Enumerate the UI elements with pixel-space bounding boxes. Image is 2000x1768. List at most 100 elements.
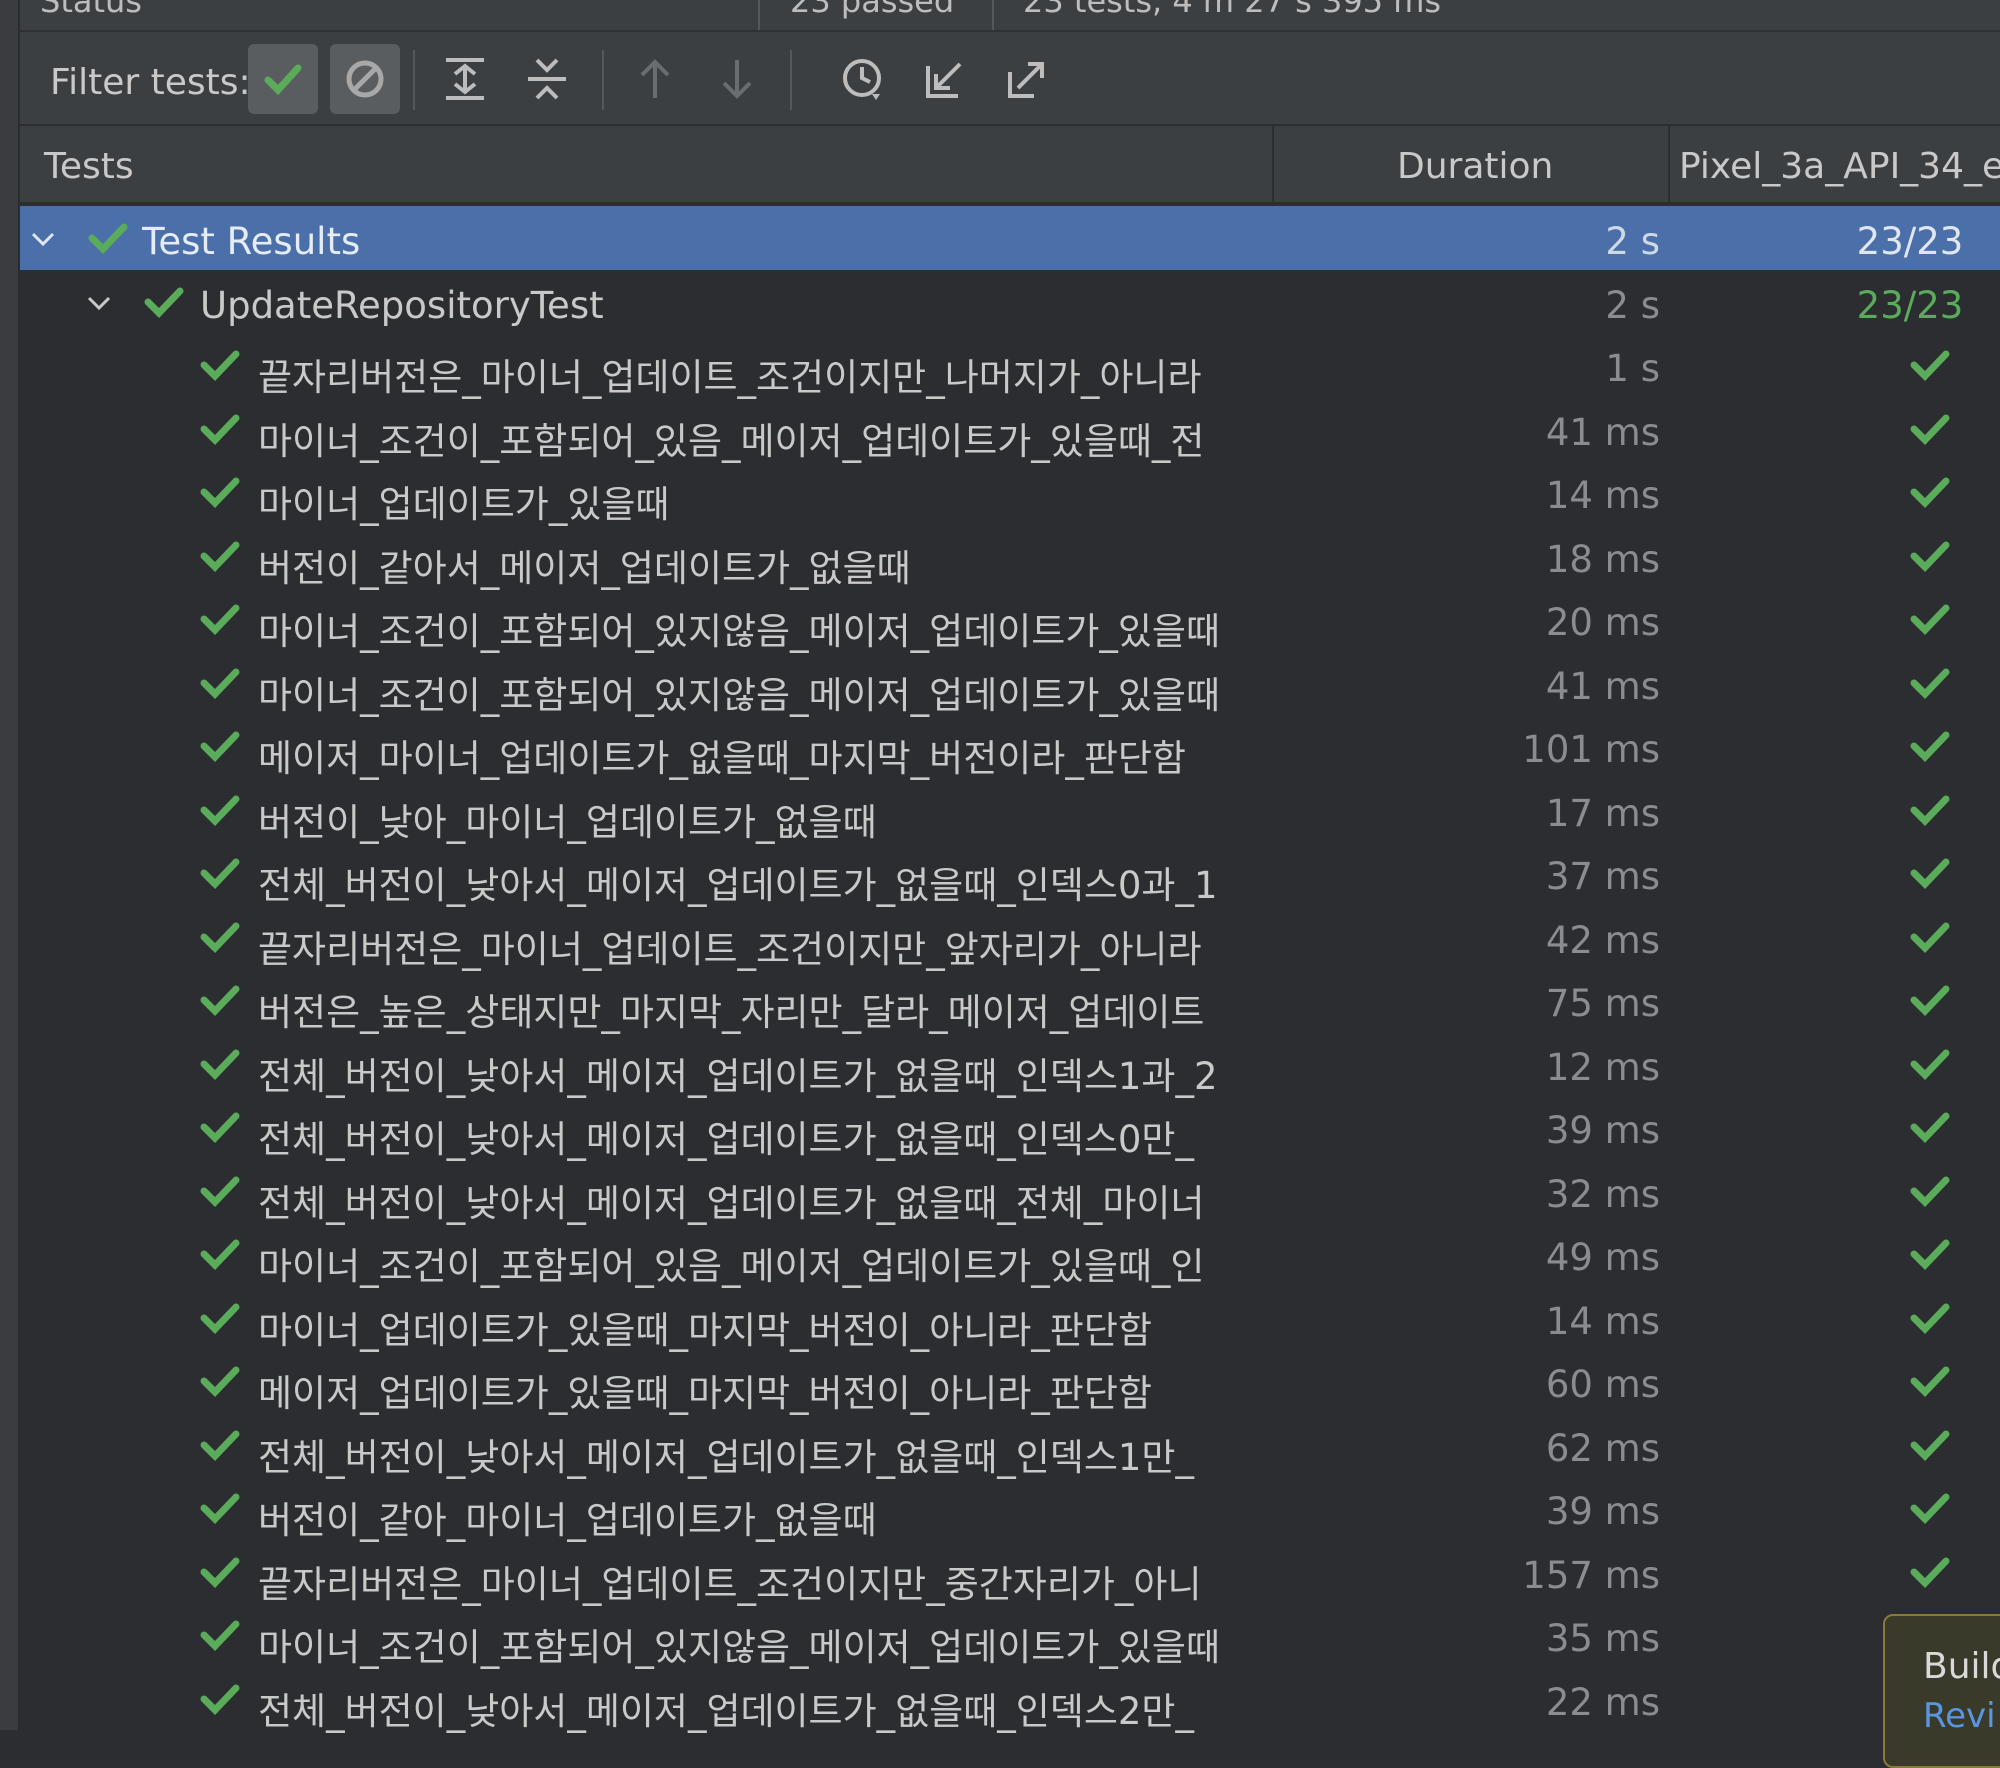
status-divider	[992, 0, 994, 30]
passed-count: 23 passed	[790, 0, 955, 20]
toolbar-separator	[790, 50, 792, 110]
show-ignored-button[interactable]	[330, 44, 400, 114]
tree-row-suite[interactable]: UpdateRepositoryTest 2 s 23/23	[20, 270, 2000, 334]
test-duration: 101 ms	[1522, 728, 1660, 771]
test-row[interactable]: 마이너_업데이트가_있을때_마지막_버전이_아니라_판단함 14 ms	[20, 1286, 2000, 1352]
test-row[interactable]: 전체_버전이_낮아서_메이저_업데이트가_없을때_인덱스0만_ 39 ms	[20, 1095, 2000, 1161]
device-passed-check-icon	[1910, 541, 1950, 572]
test-duration: 22 ms	[1545, 1680, 1660, 1724]
import-tests-button[interactable]	[910, 44, 980, 114]
export-results-icon	[1008, 62, 1044, 98]
tree-row-root[interactable]: Test Results 2 s 23/23	[20, 206, 2000, 270]
passed-check-icon	[144, 287, 184, 318]
test-duration: 75 ms	[1545, 982, 1660, 1025]
next-failed-icon	[722, 60, 752, 99]
toolbar-separator	[602, 50, 604, 110]
status-divider	[758, 0, 760, 30]
passed-check-icon	[200, 1366, 240, 1398]
duration-column-header[interactable]: Duration	[1397, 146, 1553, 187]
test-row[interactable]: 전체_버전이_낮아서_메이저_업데이트가_없을때_인덱스1과_2 12 ms	[20, 1032, 2000, 1098]
status-bar: Status 23 passed 23 tests, 4 m 27 s 395 …	[20, 0, 2000, 32]
test-name: 전체_버전이_낮아서_메이저_업데이트가_없을때_인덱스0과_1	[258, 864, 1218, 907]
test-duration: 39 ms	[1545, 1490, 1660, 1533]
test-row[interactable]: 끝자리버전은_마이너_업데이트_조건이지만_앞자리가_아니라 42 ms	[20, 905, 2000, 971]
test-row[interactable]: 버전이_같아서_메이저_업데이트가_없을때 18 ms	[20, 524, 2000, 590]
test-duration: 17 ms	[1545, 791, 1660, 835]
test-row[interactable]: 전체_버전이_낮아서_메이저_업데이트가_없을때_인덱스0과_1 37 ms	[20, 841, 2000, 907]
test-name: 전체_버전이_낮아서_메이저_업데이트가_없을때_인덱스1만_	[258, 1435, 1194, 1479]
test-row[interactable]: 마이너_업데이트가_있을때 14 ms	[20, 460, 2000, 526]
collapse-all-button[interactable]	[512, 44, 582, 114]
test-duration: 42 ms	[1545, 918, 1660, 962]
test-row[interactable]: 마이너_조건이_포함되어_있음_메이저_업데이트가_있을때_인 49 ms	[20, 1222, 2000, 1288]
device-passed-check-icon	[1910, 668, 1950, 699]
test-duration: 1 s	[1605, 347, 1660, 390]
passed-check-icon	[200, 350, 240, 382]
test-row[interactable]: 메이저_업데이트가_있을때_마지막_버전이_아니라_판단함 60 ms	[20, 1349, 2000, 1415]
passed-check-icon	[200, 922, 240, 953]
passed-check-icon	[200, 1493, 240, 1525]
passed-check-icon	[200, 668, 240, 699]
passed-check-icon	[200, 414, 240, 445]
test-duration: 41 ms	[1545, 664, 1660, 708]
passed-filter-icon	[264, 64, 302, 96]
test-name: 마이너_업데이트가_있을때	[258, 483, 670, 526]
passed-check-icon	[200, 1557, 240, 1588]
tests-column-header[interactable]: Tests	[44, 146, 134, 187]
passed-check-icon	[200, 1239, 240, 1271]
passed-check-icon	[200, 1684, 240, 1715]
device-passed-check-icon	[1910, 350, 1950, 382]
test-row[interactable]: 전체_버전이_낮아서_메이저_업데이트가_없을때_전체_마이너 32 ms	[20, 1159, 2000, 1225]
test-name: 전체_버전이_낮아서_메이저_업데이트가_없을때_인덱스0만_	[258, 1118, 1194, 1161]
test-row[interactable]: 메이저_마이너_업데이트가_없을때_마지막_버전이라_판단함 101 ms	[20, 714, 2000, 780]
test-row[interactable]: 마이너_조건이_포함되어_있지않음_메이저_업데이트가_있을때 35 ms	[20, 1603, 2000, 1669]
device-passed-check-icon	[1910, 1112, 1950, 1144]
test-row[interactable]: 버전이_같아_마이너_업데이트가_없을때 39 ms	[20, 1476, 2000, 1542]
column-resize-handle[interactable]	[1272, 126, 1274, 202]
notification-link[interactable]: Revi	[1923, 1696, 1996, 1736]
export-tests-button[interactable]	[992, 44, 1062, 114]
test-row[interactable]: 전체_버전이_낮아서_메이저_업데이트가_없을때_인덱스1만_ 62 ms	[20, 1413, 2000, 1479]
device-passed-check-icon	[1910, 1366, 1950, 1398]
device-column-header[interactable]: Pixel_3a_API_34_ext	[1679, 146, 2000, 187]
device-passed-check-icon	[1910, 414, 1950, 445]
suite-duration: 2 s	[1605, 283, 1660, 327]
test-duration: 35 ms	[1545, 1617, 1660, 1660]
test-name: 마이너_조건이_포함되어_있지않음_메이저_업데이트가_있을때	[258, 1626, 1220, 1669]
column-resize-handle[interactable]	[1668, 126, 1670, 202]
test-duration: 60 ms	[1545, 1363, 1660, 1406]
device-passed-check-icon	[1910, 985, 1950, 1017]
test-duration: 12 ms	[1545, 1045, 1660, 1089]
passed-check-icon	[200, 1303, 240, 1334]
test-row[interactable]: 끝자리버전은_마이너_업데이트_조건이지만_중간자리가_아니 157 ms	[20, 1540, 2000, 1606]
test-row[interactable]: 전체_버전이_낮아서_메이저_업데이트가_없을때_인덱스2만_ 22 ms	[20, 1667, 2000, 1733]
device-passed-check-icon	[1910, 1493, 1950, 1525]
test-name: 끝자리버전은_마이너_업데이트_조건이지만_나머지가_아니라	[258, 356, 1202, 399]
device-passed-check-icon	[1910, 477, 1950, 509]
previous-failed-button[interactable]	[620, 44, 690, 114]
test-row[interactable]: 마이너_조건이_포함되어_있음_메이저_업데이트가_있을때_전 41 ms	[20, 397, 2000, 463]
test-row[interactable]: 마이너_조건이_포함되어_있지않음_메이저_업데이트가_있을때 20 ms	[20, 587, 2000, 653]
previous-failed-icon	[640, 59, 670, 98]
test-row[interactable]: 버전이_낮아_마이너_업데이트가_없을때 17 ms	[20, 778, 2000, 844]
test-history-button[interactable]	[828, 44, 898, 114]
test-row[interactable]: 버전은_높은_상태지만_마지막_자리만_달라_메이저_업데이트 75 ms	[20, 968, 2000, 1034]
device-passed-check-icon	[1910, 1430, 1950, 1461]
test-row[interactable]: 마이너_조건이_포함되어_있지않음_메이저_업데이트가_있을때 41 ms	[20, 651, 2000, 717]
chevron-down-icon[interactable]	[84, 288, 114, 318]
suite-result: 23/23	[1856, 283, 1964, 327]
next-failed-button[interactable]	[702, 44, 772, 114]
test-duration: 49 ms	[1545, 1236, 1660, 1279]
device-passed-check-icon	[1910, 1303, 1950, 1334]
test-row[interactable]: 끝자리버전은_마이너_업데이트_조건이지만_나머지가_아니라 1 s	[20, 333, 2000, 399]
expand-all-button[interactable]	[430, 44, 500, 114]
test-name: 버전이_같아서_메이저_업데이트가_없을때	[258, 546, 911, 590]
test-duration: 37 ms	[1545, 855, 1660, 898]
show-passed-button[interactable]	[248, 44, 318, 114]
test-duration: 157 ms	[1522, 1553, 1660, 1597]
chevron-down-icon[interactable]	[28, 224, 58, 254]
filter-label: Filter tests:	[50, 62, 251, 103]
device-passed-check-icon	[1910, 922, 1950, 953]
run-summary: 23 tests, 4 m 27 s 395 ms	[1023, 0, 1442, 20]
build-notification-popup[interactable]: Build Revi	[1883, 1614, 2000, 1768]
